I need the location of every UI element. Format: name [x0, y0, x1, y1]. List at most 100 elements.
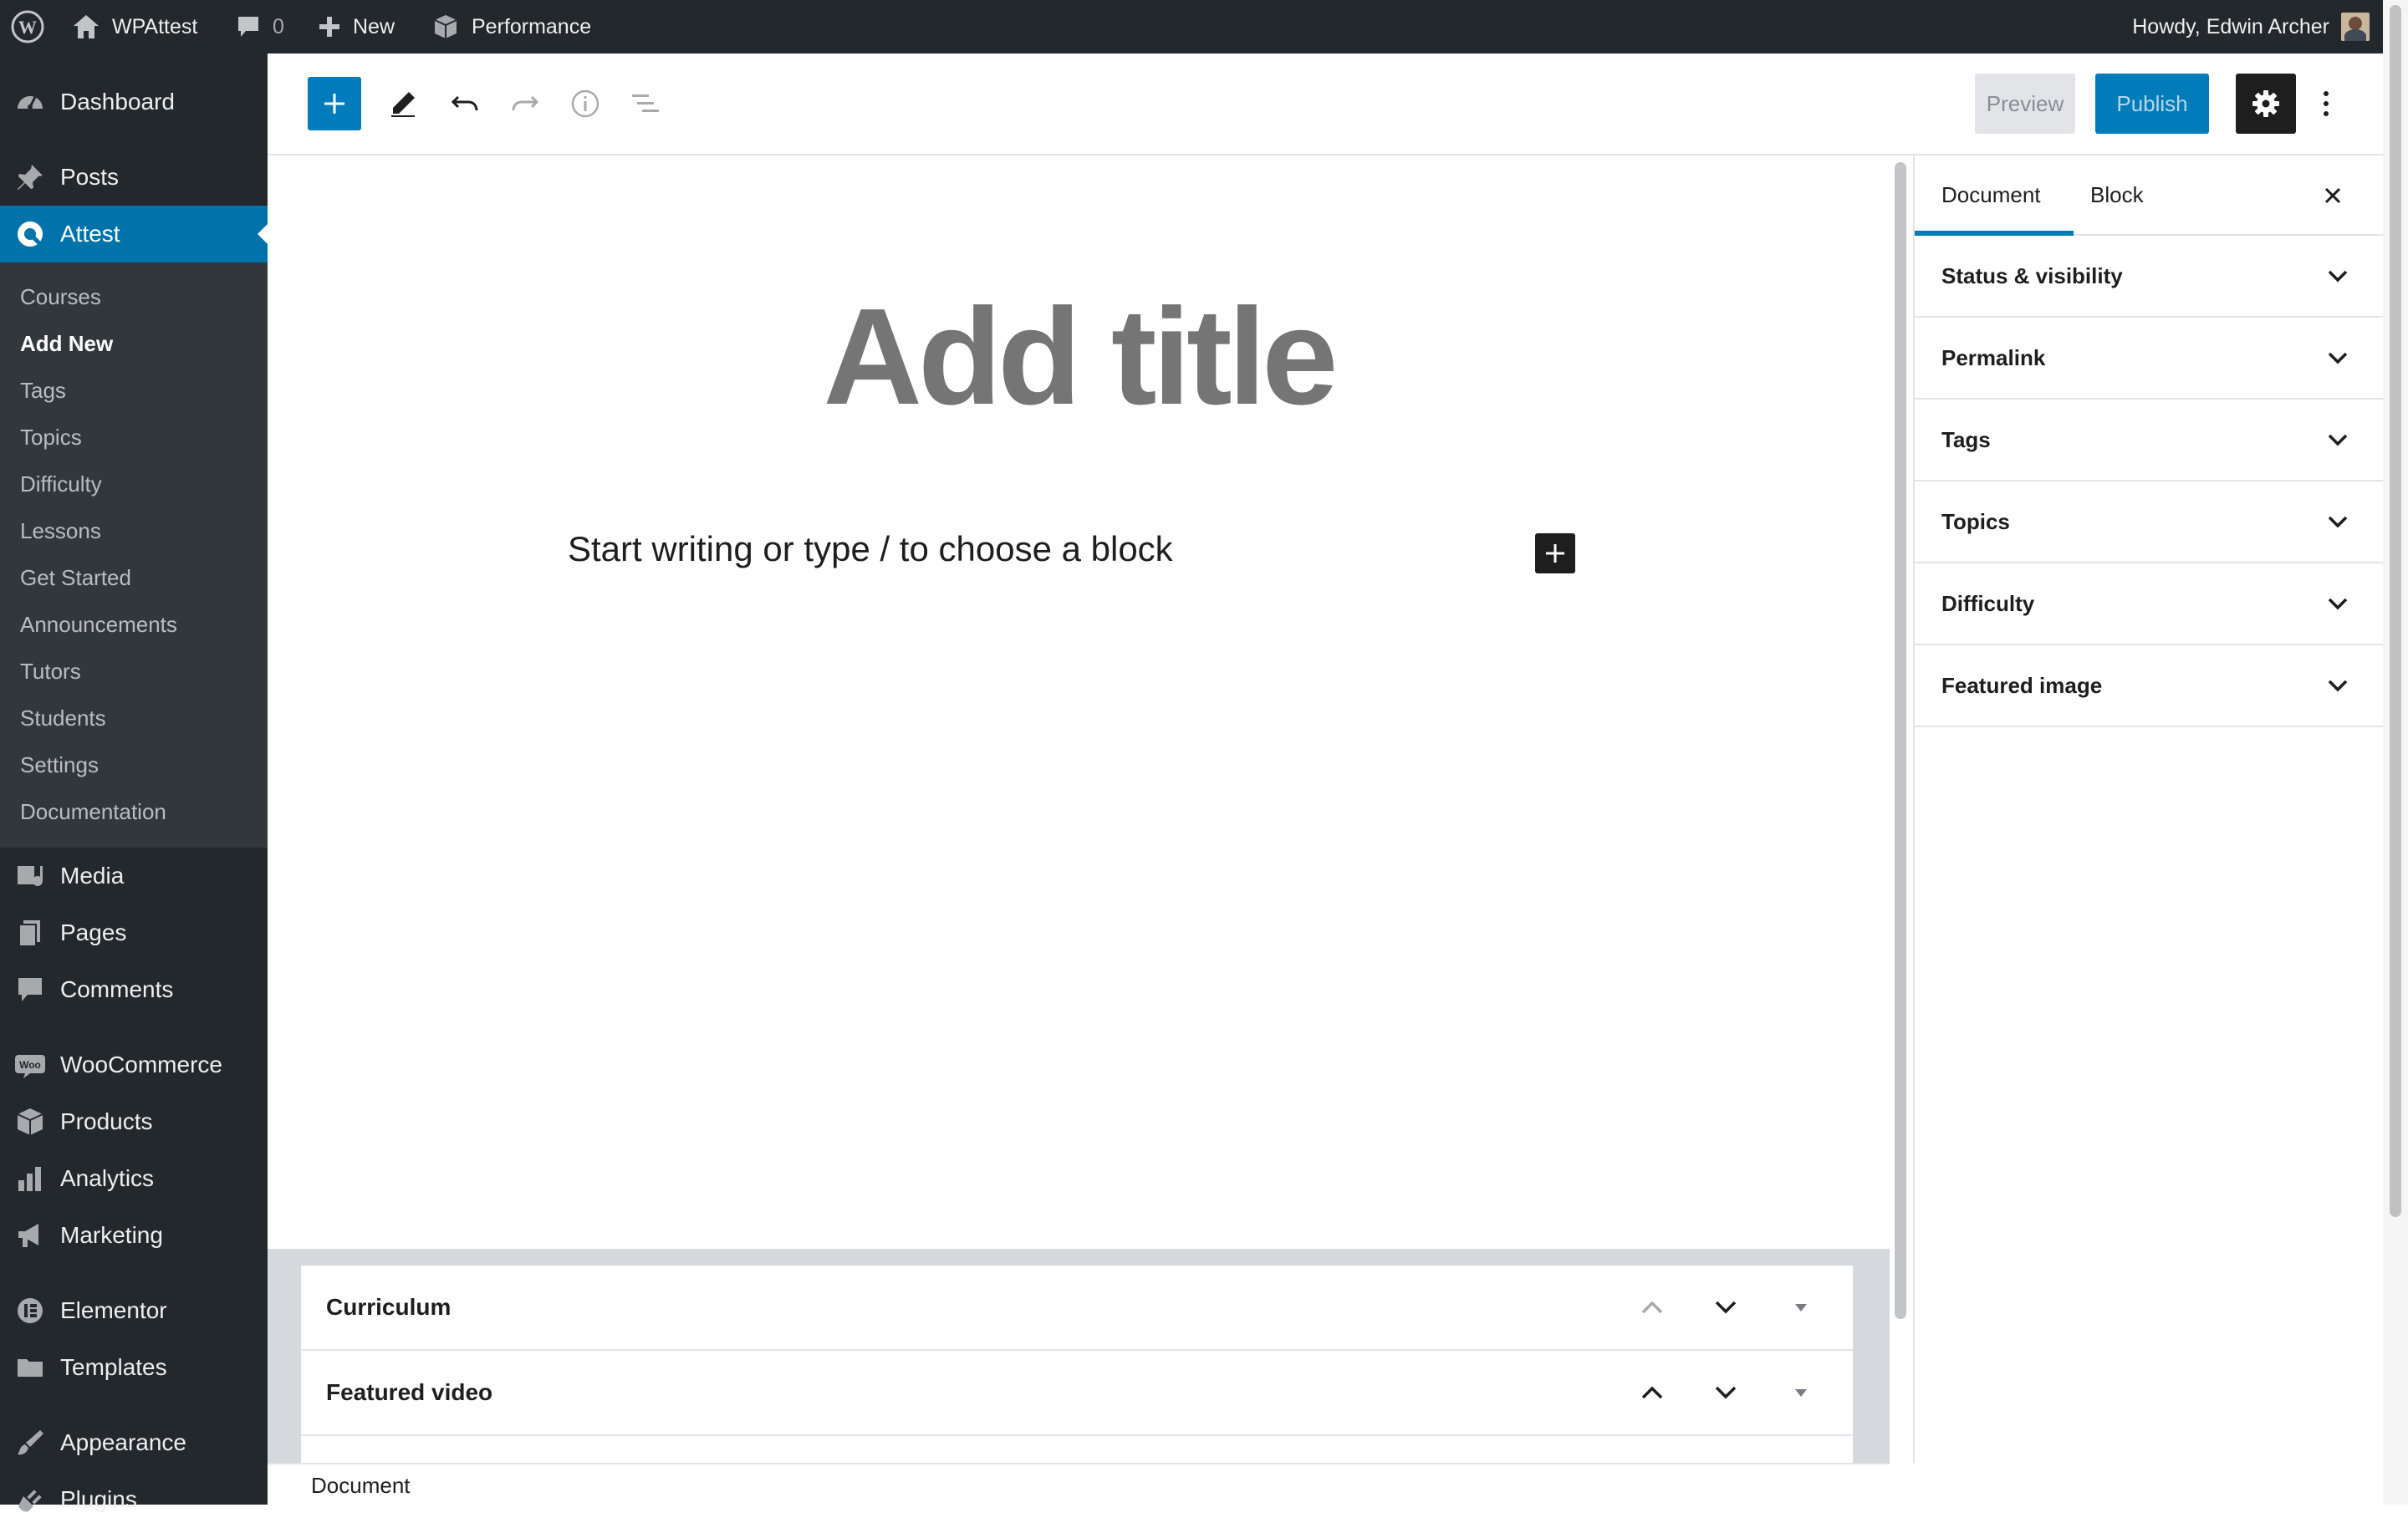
- new-content-link[interactable]: New: [318, 0, 395, 53]
- home-icon: [74, 15, 99, 38]
- panel-title: Permalink: [1941, 345, 2046, 370]
- submenu-item-courses[interactable]: Courses: [20, 284, 101, 310]
- submenu-item-get-started[interactable]: Get Started: [20, 565, 131, 591]
- undo-button[interactable]: [443, 82, 487, 125]
- sidebar-item-label: WooCommerce: [60, 1052, 222, 1077]
- content-info-button[interactable]: [564, 82, 607, 125]
- meta-box-title: Featured video: [326, 1379, 493, 1405]
- performance-label: Performance: [472, 14, 592, 38]
- panel-title: Difficulty: [1941, 591, 2035, 616]
- pencil-icon: [391, 92, 415, 117]
- panel-title: Tags: [1941, 427, 1991, 452]
- sidebar-item-woocommerce[interactable]: Woo WooCommerce: [0, 1036, 268, 1093]
- sidebar-item-label: Templates: [60, 1354, 167, 1380]
- sidebar-item-marketing[interactable]: Marketing: [0, 1207, 268, 1264]
- submenu-item-settings[interactable]: Settings: [20, 752, 99, 778]
- block-appender[interactable]: Start writing or type / to choose a bloc…: [568, 527, 1173, 572]
- move-down-button[interactable]: [1704, 1371, 1747, 1414]
- comments-link[interactable]: 0: [236, 0, 284, 53]
- sidebar-item-appearance[interactable]: Appearance: [0, 1414, 268, 1471]
- chevron-down-icon: [1715, 1386, 1737, 1399]
- site-name-link[interactable]: WPAttest: [72, 0, 197, 53]
- title-input[interactable]: Add title: [268, 278, 1890, 436]
- window-scrollbar[interactable]: [2383, 0, 2408, 1505]
- move-down-button[interactable]: [1704, 1286, 1747, 1329]
- woo-icon: Woo: [13, 1048, 47, 1082]
- sidebar-item-label: Dashboard: [60, 89, 175, 115]
- chevron-down-icon: [2328, 434, 2348, 446]
- submenu-item-add-new[interactable]: Add New: [20, 331, 113, 357]
- sidebar-item-label: Appearance: [60, 1429, 187, 1455]
- block-navigation-button[interactable]: [624, 82, 667, 125]
- meta-box-curriculum[interactable]: Curriculum: [301, 1266, 1853, 1351]
- my-account-link[interactable]: Howdy, Edwin Archer: [2132, 0, 2370, 53]
- move-up-button[interactable]: [1630, 1286, 1674, 1329]
- sidebar-item-label: Plugins: [60, 1486, 137, 1512]
- submenu-item-difficulty[interactable]: Difficulty: [20, 471, 102, 497]
- sidebar-tabs: Document Block: [1915, 155, 2385, 236]
- submenu-item-tutors[interactable]: Tutors: [20, 659, 81, 685]
- plus-icon: [1546, 544, 1564, 563]
- avatar: [2341, 13, 2370, 41]
- comment-icon: [13, 973, 47, 1006]
- editor-scrollbar[interactable]: [1890, 155, 1913, 1463]
- more-menu-button[interactable]: [2309, 82, 2343, 125]
- comment-icon: [238, 17, 258, 37]
- panel-topics[interactable]: Topics: [1915, 481, 2385, 563]
- preview-button[interactable]: Preview: [1975, 74, 2075, 134]
- tools-button[interactable]: [381, 82, 425, 125]
- sidebar-item-label: Comments: [60, 976, 174, 1002]
- sidebar-item-attest[interactable]: Attest: [0, 206, 268, 262]
- panel-featured-image[interactable]: Featured image: [1915, 645, 2385, 727]
- submenu-item-topics[interactable]: Topics: [20, 425, 82, 451]
- panel-tags[interactable]: Tags: [1915, 400, 2385, 481]
- wordpress-logo-button[interactable]: W: [10, 0, 45, 53]
- editor-toolbar: Preview Publish: [268, 53, 2383, 155]
- performance-link[interactable]: Performance: [431, 0, 591, 53]
- add-block-button[interactable]: [308, 77, 361, 130]
- panel-status-visibility[interactable]: Status & visibility: [1915, 236, 2385, 318]
- sidebar-item-media[interactable]: Media: [0, 848, 268, 904]
- sidebar-item-plugins[interactable]: Plugins: [0, 1471, 268, 1528]
- meta-box-featured-video[interactable]: Featured video: [301, 1351, 1853, 1436]
- plug-icon: [13, 1483, 47, 1516]
- redo-button[interactable]: [503, 82, 547, 125]
- submenu-item-lessons[interactable]: Lessons: [20, 518, 101, 544]
- admin-sidebar: Dashboard Posts Attest Courses Add New T…: [0, 53, 268, 1512]
- submenu-item-students[interactable]: Students: [20, 705, 106, 731]
- tab-block[interactable]: Block: [2075, 155, 2176, 234]
- plus-icon: [319, 17, 339, 37]
- toggle-panel-button[interactable]: [1779, 1286, 1823, 1329]
- sidebar-item-posts[interactable]: Posts: [0, 149, 268, 206]
- panel-difficulty[interactable]: Difficulty: [1915, 563, 2385, 645]
- box-icon: [13, 1105, 47, 1138]
- attest-submenu: Courses Add New Tags Topics Difficulty L…: [0, 262, 268, 848]
- sidebar-item-templates[interactable]: Templates: [0, 1339, 268, 1396]
- submenu-item-announcements[interactable]: Announcements: [20, 612, 177, 638]
- meta-box-title: Curriculum: [326, 1294, 452, 1320]
- folder-icon: [13, 1351, 47, 1384]
- submenu-item-tags[interactable]: Tags: [20, 378, 66, 404]
- toggle-panel-button[interactable]: [1779, 1371, 1823, 1414]
- sidebar-item-label: Posts: [60, 164, 120, 190]
- sidebar-item-analytics[interactable]: Analytics: [0, 1150, 268, 1207]
- settings-button[interactable]: [2236, 74, 2296, 134]
- panel-permalink[interactable]: Permalink: [1915, 318, 2385, 400]
- sidebar-item-dashboard[interactable]: Dashboard: [0, 74, 268, 130]
- sidebar-item-products[interactable]: Products: [0, 1093, 268, 1150]
- inline-add-block-button[interactable]: [1535, 533, 1575, 573]
- publish-button[interactable]: Publish: [2095, 74, 2209, 134]
- sidebar-item-comments[interactable]: Comments: [0, 961, 268, 1018]
- sidebar-item-label: Pages: [60, 919, 127, 945]
- breadcrumb[interactable]: Document: [311, 1473, 411, 1499]
- chevron-down-icon: [2328, 352, 2348, 364]
- plus-icon: [324, 94, 344, 114]
- submenu-item-documentation[interactable]: Documentation: [20, 799, 166, 825]
- tab-document[interactable]: Document: [1915, 155, 2074, 236]
- move-up-button[interactable]: [1630, 1371, 1674, 1414]
- comments-count: 0: [273, 14, 284, 38]
- new-label: New: [353, 14, 395, 38]
- sidebar-item-pages[interactable]: Pages: [0, 904, 268, 961]
- close-sidebar-button[interactable]: [2313, 176, 2353, 216]
- sidebar-item-elementor[interactable]: Elementor: [0, 1282, 268, 1339]
